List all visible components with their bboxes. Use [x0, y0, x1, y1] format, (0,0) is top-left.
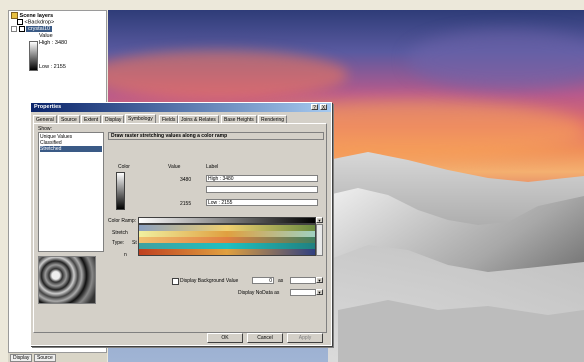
tab-source[interactable]: Source [58, 115, 80, 123]
expand-icon[interactable] [11, 26, 17, 32]
display-background-label: Display Background Value [180, 278, 239, 284]
nodata-color-select[interactable] [290, 289, 316, 296]
color-swatch[interactable] [116, 172, 125, 210]
description-text: Draw raster stretching values along a co… [111, 133, 228, 139]
checkbox-icon[interactable] [17, 19, 23, 25]
help-button[interactable]: ? [311, 104, 318, 111]
nodata-label: Display NoData as [238, 290, 280, 296]
tab-fields[interactable]: Fields [159, 115, 179, 123]
n-label: n [124, 252, 127, 258]
ramp-scrollbar[interactable] [316, 224, 323, 256]
raster-preview [38, 256, 96, 304]
show-option-stretched[interactable]: Stretched [40, 146, 102, 152]
legend-ramp [29, 41, 38, 71]
tab-symbology[interactable]: Symbology [125, 114, 156, 123]
ramp-option[interactable] [139, 249, 315, 255]
legend-title: Value [39, 33, 53, 39]
background-value-field[interactable]: 0 [252, 277, 274, 284]
apply-button[interactable]: Apply [287, 333, 323, 343]
tab-extent[interactable]: Extent [81, 115, 102, 123]
tab-general[interactable]: General [33, 115, 57, 123]
show-list: Unique Values Classified Stretched [38, 132, 104, 252]
description-bar: Draw raster stretching values along a co… [108, 132, 324, 140]
high-label-field[interactable]: High : 3480 [206, 175, 318, 182]
background-color-select[interactable] [290, 277, 316, 284]
tab-display[interactable]: Display [10, 354, 33, 362]
legend-high: High : 3480 [39, 40, 68, 46]
low-label-field[interactable]: Low : 2155 [206, 199, 318, 206]
layers-icon [11, 12, 18, 19]
tab-source[interactable]: Source [34, 354, 56, 362]
value-column-header: Value [168, 164, 181, 170]
stretch-label: Stretch [112, 230, 128, 236]
type-value: St [132, 240, 137, 246]
display-background-checkbox[interactable] [172, 278, 179, 285]
tab-rendering[interactable]: Rendering [258, 115, 288, 123]
close-button[interactable]: X [320, 104, 327, 111]
as-label: as [278, 278, 284, 284]
cancel-button[interactable]: Cancel [247, 333, 283, 343]
legend-low: Low : 2155 [39, 64, 66, 70]
middle-label-field[interactable] [206, 186, 318, 193]
color-ramp-select[interactable] [138, 217, 316, 224]
tab-display[interactable]: Display [102, 115, 125, 123]
toc-item-label: <Backdrop> [24, 19, 55, 26]
nodata-color-dropdown-icon[interactable]: ▼ [316, 289, 323, 295]
color-ramp-dropdown-icon[interactable]: ▼ [316, 217, 323, 223]
background-color-dropdown-icon[interactable]: ▼ [316, 277, 323, 283]
color-column-header: Color [118, 164, 130, 170]
type-label: Type: [112, 240, 125, 246]
toc-item-label: crystal10 [26, 26, 53, 33]
symbology-panel: Show: Unique Values Classified Stretched… [33, 123, 327, 333]
checkbox-icon[interactable] [18, 26, 25, 32]
properties-dialog: Properties ? X General Source Extent Dis… [30, 102, 332, 346]
color-ramp-label: Color Ramp: [108, 218, 137, 224]
dialog-title: Properties [34, 104, 62, 110]
tab-base-heights[interactable]: Base Heights [221, 115, 257, 123]
low-value: 2155 [180, 201, 192, 207]
color-ramp-list [138, 224, 316, 256]
dialog-title-bar[interactable]: Properties [31, 103, 331, 112]
high-value: 3480 [180, 177, 192, 183]
tab-joins-relates[interactable]: Joins & Relates [178, 115, 219, 123]
ok-button[interactable]: OK [207, 333, 243, 343]
toc-tab-strip: Display Source [8, 352, 107, 362]
label-column-header: Label [206, 164, 219, 170]
